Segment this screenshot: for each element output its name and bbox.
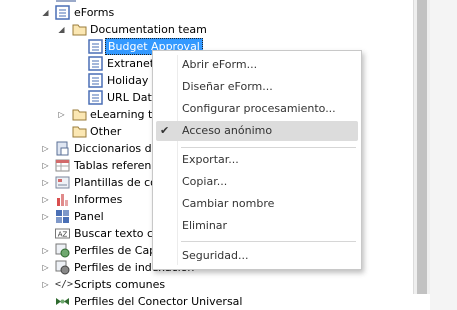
side-panel — [430, 0, 457, 310]
tree-item-label: Informes — [74, 193, 123, 206]
menu-separator — [181, 241, 356, 242]
menu-separator — [181, 147, 356, 148]
tree-item-label: Scripts comunes — [74, 278, 166, 291]
checkmark-icon: ✔ — [160, 124, 170, 137]
menu-item-copiar[interactable]: Copiar... — [153, 172, 361, 192]
menu-item-eliminar[interactable]: Eliminar — [153, 216, 361, 236]
collapse-arrow-icon[interactable]: ▷ — [57, 110, 66, 119]
menu-item-label: Acceso anónimo — [182, 124, 273, 137]
menu-item-label: Eliminar — [182, 219, 228, 232]
context-menu: Abrir eForm... Diseñar eForm... Configur… — [152, 50, 362, 270]
panel-icon — [56, 210, 69, 223]
az-search-icon: AZ — [55, 228, 70, 239]
menu-item-exportar[interactable]: Exportar... — [153, 150, 361, 170]
scrollbar-thumb[interactable] — [417, 0, 427, 294]
folder-icon — [72, 126, 87, 138]
collapse-arrow-icon[interactable]: ▷ — [41, 161, 50, 170]
collapse-arrow-icon[interactable]: ▷ — [41, 144, 50, 153]
menu-item-label: Configurar procesamiento... — [182, 102, 336, 115]
tree-item-label: Panel — [74, 210, 104, 223]
menu-item-label: Copiar... — [182, 175, 228, 188]
collapse-arrow-icon[interactable]: ▷ — [41, 263, 50, 272]
tree-item-label: Perfiles del Conector Universal — [74, 295, 243, 308]
form-icon — [55, 5, 70, 20]
menu-item-configurar-procesamiento[interactable]: Configurar procesamiento... — [153, 99, 361, 119]
template-icon — [55, 176, 70, 189]
collapse-arrow-icon[interactable]: ▷ — [41, 280, 50, 289]
tree-item-label: Other — [90, 125, 122, 138]
form-icon — [88, 39, 103, 54]
collapse-arrow-icon[interactable]: ▷ — [41, 212, 50, 221]
form-icon — [88, 90, 103, 105]
tree-item-scripts-comunes[interactable]: ▷ </> Scripts comunes — [0, 276, 400, 293]
menu-item-label: Seguridad... — [182, 249, 249, 262]
tree-item-documentation-team[interactable]: ◢ Documentation team — [0, 21, 400, 38]
collapse-arrow-icon[interactable]: ▷ — [41, 246, 50, 255]
expand-arrow-icon[interactable]: ◢ — [41, 8, 50, 17]
connector-icon — [56, 298, 69, 305]
collapse-arrow-icon[interactable]: ▷ — [41, 178, 50, 187]
menu-item-label: Abrir eForm... — [182, 58, 258, 71]
index-profile-icon — [55, 260, 70, 275]
folder-icon — [72, 109, 87, 121]
menu-item-seguridad[interactable]: Seguridad... — [153, 246, 361, 266]
form-icon — [88, 73, 103, 88]
form-icon — [88, 56, 103, 71]
vertical-scrollbar[interactable] — [413, 0, 430, 294]
menu-item-cambiar-nombre[interactable]: Cambiar nombre — [153, 194, 361, 214]
menu-item-label: Cambiar nombre — [182, 197, 275, 210]
folder-icon — [72, 24, 87, 36]
tree-item-label: Documentation team — [90, 23, 207, 36]
menu-item-label: Exportar... — [182, 153, 239, 166]
tree-item-eforms[interactable]: ◢ eForms — [0, 4, 400, 21]
menu-item-acceso-anonimo[interactable]: ✔ Acceso anónimo — [156, 121, 358, 141]
tree-item-conector-universal[interactable]: Perfiles del Conector Universal — [0, 293, 400, 310]
collapse-arrow-icon[interactable]: ▷ — [41, 195, 50, 204]
capture-profile-icon — [55, 243, 70, 258]
partial-item-top — [56, 0, 76, 2]
expand-arrow-icon[interactable]: ◢ — [57, 25, 66, 34]
tree-item-label: eForms — [74, 6, 115, 19]
bar-chart-icon — [57, 194, 68, 206]
menu-item-abrir-eform[interactable]: Abrir eForm... — [153, 55, 361, 75]
table-icon — [55, 159, 70, 172]
code-icon: </> — [55, 279, 74, 290]
menu-item-disenar-eform[interactable]: Diseñar eForm... — [153, 77, 361, 97]
dictionary-icon — [56, 141, 69, 156]
menu-item-label: Diseñar eForm... — [182, 80, 273, 93]
svg-text:AZ: AZ — [58, 231, 68, 239]
